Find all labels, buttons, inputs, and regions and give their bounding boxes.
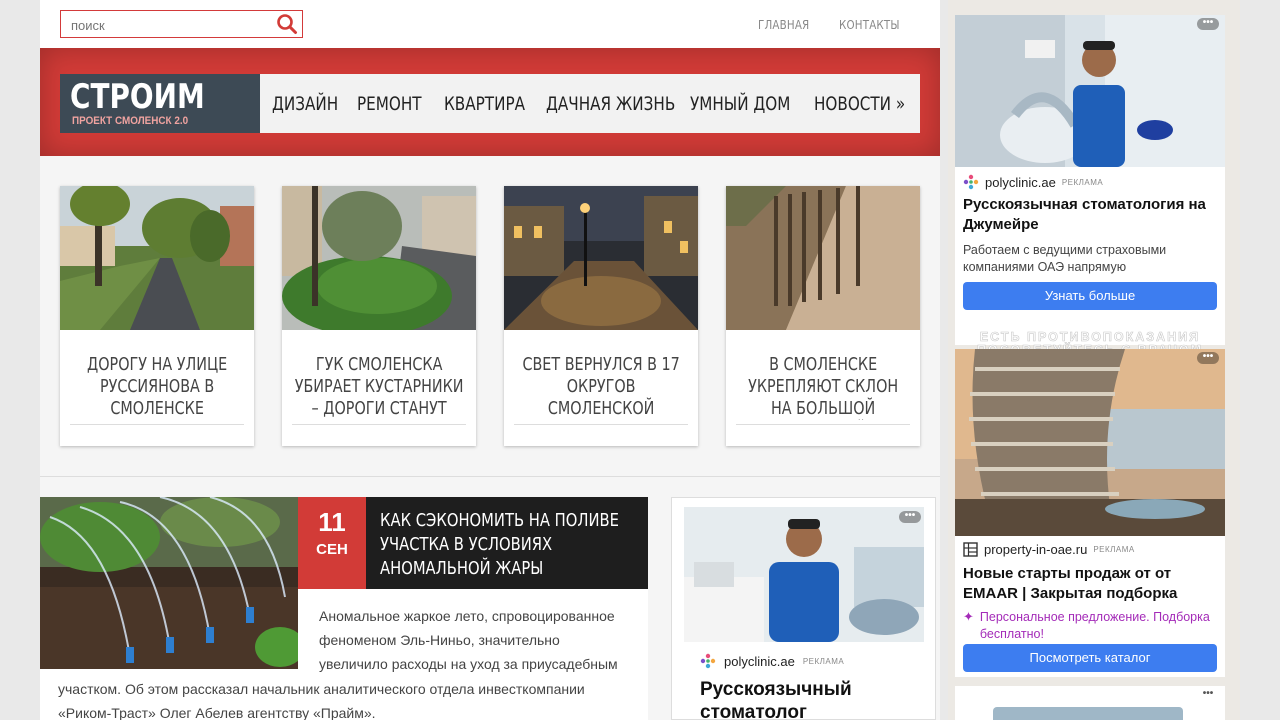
polyclinic-logo-icon	[700, 653, 716, 669]
polyclinic-logo-icon	[963, 174, 979, 190]
nav-item-design[interactable]: ДИЗАЙН	[272, 93, 340, 115]
site-header: СТРОИМ ПРОЕКТ СМОЛЕНСК 2.0 ДИЗАЙН РЕМОНТ…	[40, 48, 940, 156]
building-grid-icon	[963, 542, 978, 557]
news-card[interactable]: СВЕТ ВЕРНУЛСЯ В 17 ОКРУГОВ СМОЛЕНСКОЙ	[504, 186, 698, 446]
sidebar-ad-promo: ✦ Персональное предложение. Подборка бес…	[963, 609, 1216, 643]
article-image-sprinklers[interactable]	[40, 497, 298, 669]
learn-more-button[interactable]: Узнать больше	[963, 282, 1217, 310]
inline-ad-image-dentist[interactable]	[684, 507, 924, 642]
card-divider	[514, 424, 688, 425]
nav-item-news[interactable]: НОВОСТИ »	[814, 93, 905, 115]
featured-cards: ДОРОГУ НА УЛИЦЕ РУССИЯНОВА В СМОЛЕНСКЕ Г…	[60, 186, 922, 446]
ad-menu-icon[interactable]: •••	[899, 511, 921, 523]
news-card[interactable]: ДОРОГУ НА УЛИЦЕ РУССИЯНОВА В СМОЛЕНСКЕ	[60, 186, 254, 446]
sidebar-ad-tag: РЕКЛАМА	[1061, 177, 1104, 187]
main-nav: ДИЗАЙН РЕМОНТ КВАРТИРА ДАЧНАЯ ЖИЗНЬ УМНЫ…	[260, 74, 920, 133]
article-excerpt-part1: Аномальное жаркое лето, спровоцированное…	[319, 608, 618, 672]
top-nav: ГЛАВНАЯ КОНТАКТЫ	[758, 18, 910, 32]
sidebar-ad-headline[interactable]: Русскоязычная стоматология на Джумейре	[963, 195, 1219, 235]
ad-sidebar: ••• polyclinic.ae РЕКЛАМА Русскоязычная …	[948, 0, 1240, 720]
card-divider	[70, 424, 244, 425]
nav-item-repair[interactable]: РЕМОНТ	[357, 93, 427, 115]
sidebar-ad-description: Персональное предложение. Подборка беспл…	[979, 610, 1210, 641]
sidebar-ad-image-building[interactable]	[955, 349, 1225, 536]
sidebar-ad-image-partial[interactable]	[993, 707, 1183, 720]
article-excerpt-part2: участком. Об этом рассказал начальник ан…	[58, 681, 585, 720]
topnav-home-link[interactable]: ГЛАВНАЯ	[758, 18, 809, 32]
view-catalog-button[interactable]: Посмотреть каталог	[963, 644, 1217, 672]
card-title[interactable]: ДОРОГУ НА УЛИЦЕ РУССИЯНОВА В СМОЛЕНСКЕ	[70, 354, 244, 420]
article-date-month: СЕН	[316, 541, 348, 558]
sidebar-ad-image-dentist[interactable]	[955, 15, 1225, 167]
card-image-night-street[interactable]	[504, 186, 698, 330]
ad-menu-icon[interactable]: •••	[1197, 18, 1219, 30]
article-date-day: 11	[318, 507, 346, 537]
article-date: 11 СЕН	[298, 497, 366, 589]
main-column: ГЛАВНАЯ КОНТАКТЫ СТРОИМ ПРОЕКТ СМОЛЕНСК …	[40, 0, 940, 720]
card-image-shrubs[interactable]	[282, 186, 476, 330]
card-image-street[interactable]	[60, 186, 254, 330]
nav-item-country-life[interactable]: ДАЧНАЯ ЖИЗНЬ	[546, 93, 675, 115]
sidebar-ad-source-name[interactable]: property-in-oae.ru	[984, 542, 1087, 557]
nav-item-apartment[interactable]: КВАРТИРА	[444, 93, 526, 115]
card-title[interactable]: СВЕТ ВЕРНУЛСЯ В 17 ОКРУГОВ СМОЛЕНСКОЙ	[514, 354, 688, 420]
logo-subtitle: ПРОЕКТ СМОЛЕНСК 2.0	[72, 115, 189, 127]
search-input[interactable]	[71, 18, 271, 33]
sidebar-ad-source[interactable]: property-in-oae.ru РЕКЛАМА	[963, 542, 1135, 557]
inline-ad-source[interactable]: polyclinic.ae РЕКЛАМА	[700, 653, 844, 669]
search-box[interactable]	[60, 10, 303, 38]
inline-ad-headline[interactable]: Русскоязычный стоматолог	[700, 678, 930, 720]
card-divider	[292, 424, 466, 425]
logo-title: СТРОИМ	[70, 77, 205, 117]
sidebar-ad-tag: РЕКЛАМА	[1093, 545, 1135, 554]
inline-ad[interactable]: ••• polyclinic.ae РЕКЛАМА Русскоязычный …	[671, 497, 936, 720]
card-image-slope[interactable]	[726, 186, 920, 330]
sidebar-ad-property[interactable]: ••• property-in-oae.ru РЕКЛАМА Новые ста…	[955, 349, 1225, 677]
sidebar-ad-source[interactable]: polyclinic.ae РЕКЛАМА	[963, 174, 1103, 190]
card-title[interactable]: ГУК СМОЛЕНСКА УБИРАЕТ КУСТАРНИКИ – ДОРОГ…	[292, 354, 466, 420]
ad-menu-icon[interactable]: •••	[1197, 352, 1219, 364]
nav-item-smart-home[interactable]: УМНЫЙ ДОМ	[690, 93, 790, 115]
ad-menu-icon[interactable]: •••	[1197, 689, 1219, 701]
card-title[interactable]: В СМОЛЕНСКЕ УКРЕПЛЯЮТ СКЛОН НА БОЛЬШОЙ С…	[736, 354, 910, 420]
sparkle-icon: ✦	[963, 609, 974, 624]
search-icon[interactable]	[276, 13, 298, 35]
sidebar-ad-dental[interactable]: ••• polyclinic.ae РЕКЛАМА Русскоязычная …	[955, 15, 1225, 357]
sidebar-ad-source-name[interactable]: polyclinic.ae	[985, 175, 1056, 190]
article-preview: 11 СЕН КАК СЭКОНОМИТЬ НА ПОЛИВЕ УЧАСТКА …	[40, 497, 648, 720]
inline-ad-tag: РЕКЛАМА	[802, 656, 845, 666]
article-title-box: КАК СЭКОНОМИТЬ НА ПОЛИВЕ УЧАСТКА В УСЛОВ…	[366, 497, 648, 589]
news-card[interactable]: В СМОЛЕНСКЕ УКРЕПЛЯЮТ СКЛОН НА БОЛЬШОЙ С…	[726, 186, 920, 446]
card-divider	[736, 424, 910, 425]
sidebar-ad-headline[interactable]: Новые старты продаж от от EMAAR | Закрыт…	[963, 564, 1219, 604]
inline-ad-source-name[interactable]: polyclinic.ae	[724, 654, 795, 669]
site-logo[interactable]: СТРОИМ ПРОЕКТ СМОЛЕНСК 2.0	[60, 74, 260, 133]
topnav-contacts-link[interactable]: КОНТАКТЫ	[839, 18, 900, 32]
top-bar: ГЛАВНАЯ КОНТАКТЫ	[40, 0, 940, 48]
sidebar-ad-next[interactable]: •••	[955, 686, 1225, 720]
section-divider	[40, 476, 940, 477]
sidebar-ad-description: Работаем с ведущими страховыми компаниям…	[963, 243, 1167, 274]
article-title[interactable]: КАК СЭКОНОМИТЬ НА ПОЛИВЕ УЧАСТКА В УСЛОВ…	[380, 509, 626, 581]
news-card[interactable]: ГУК СМОЛЕНСКА УБИРАЕТ КУСТАРНИКИ – ДОРОГ…	[282, 186, 476, 446]
